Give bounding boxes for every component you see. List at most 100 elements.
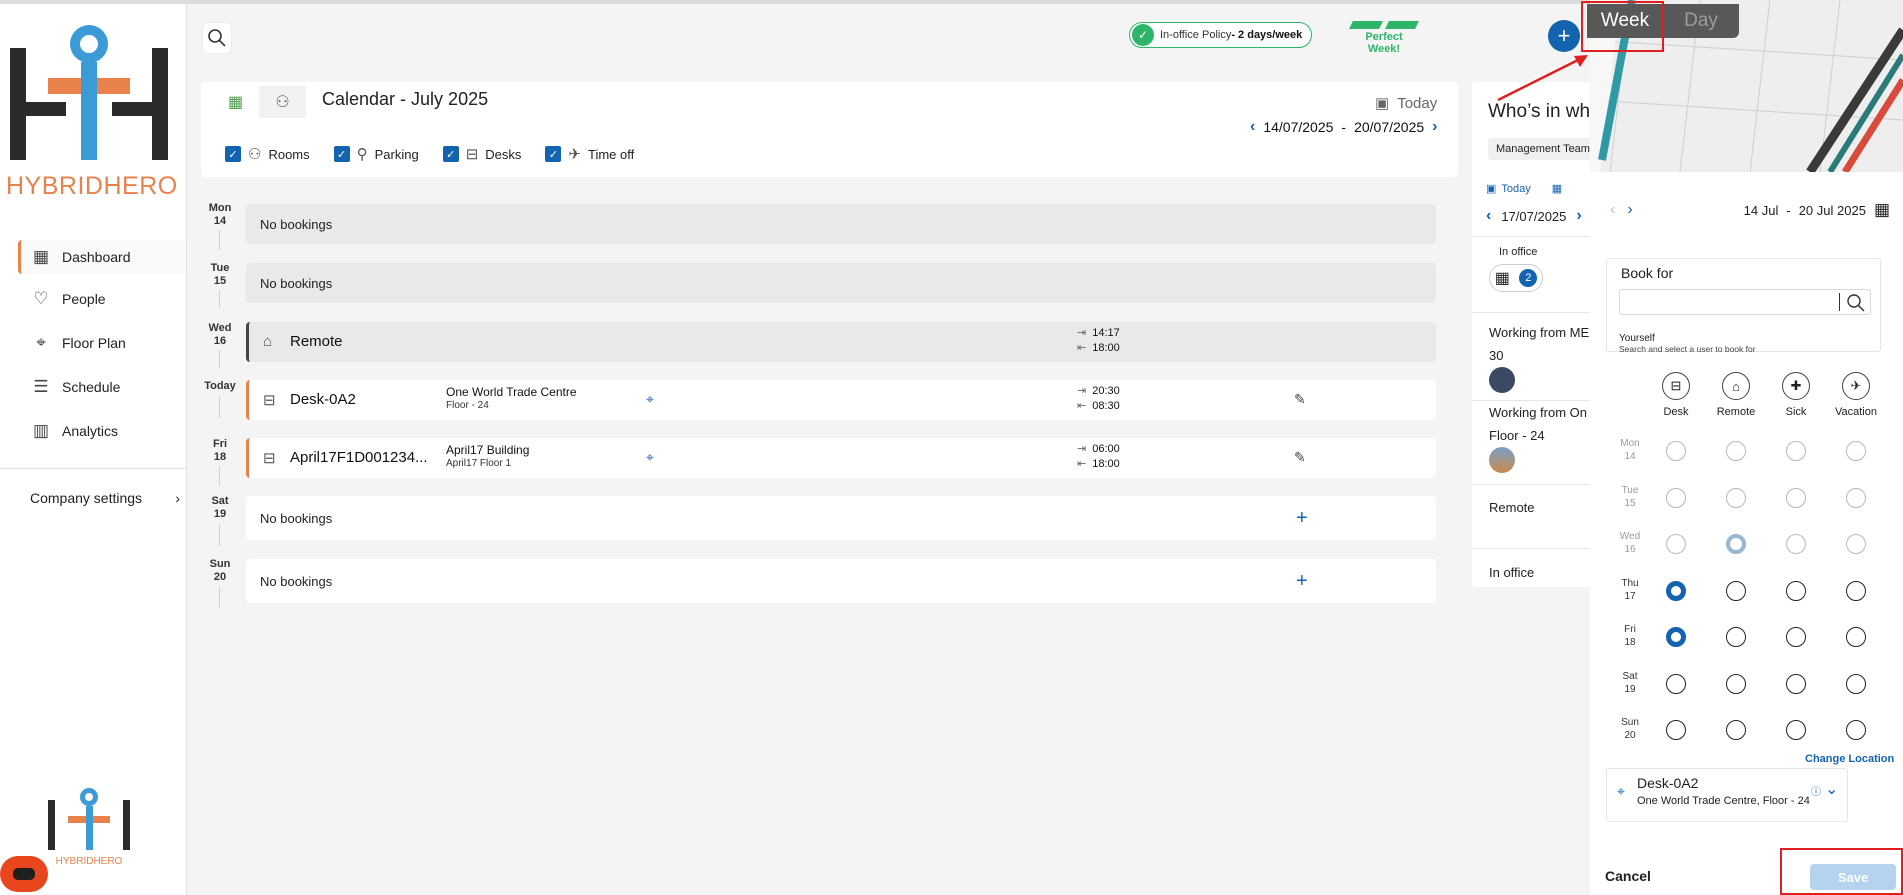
range-separator: - xyxy=(1341,119,1347,135)
booking-name: April17F1D001234... xyxy=(290,449,428,466)
selected-desk-location: One World Trade Centre, Floor - 24 xyxy=(1637,795,1810,807)
option-radio-remote[interactable] xyxy=(1726,720,1746,740)
search-icon[interactable] xyxy=(1846,293,1866,313)
chevron-right-icon[interactable]: › xyxy=(1627,201,1632,219)
airplane-icon: ✈ xyxy=(568,146,581,163)
avatar[interactable] xyxy=(1489,367,1515,393)
option-radio-desk[interactable] xyxy=(1666,720,1686,740)
day-toggle-button[interactable]: Day xyxy=(1663,4,1739,38)
option-radio-vacation[interactable] xyxy=(1846,674,1866,694)
cancel-button[interactable]: Cancel xyxy=(1605,868,1651,884)
info-icon[interactable]: ⓘ xyxy=(1811,783,1821,798)
filter-parking[interactable]: ✓ ⚲ Parking xyxy=(333,145,419,163)
option-radio-sick[interactable] xyxy=(1786,627,1806,647)
add-booking-plus-icon[interactable]: + xyxy=(1296,570,1308,593)
avatar[interactable] xyxy=(1489,447,1515,473)
booking-desk-fri[interactable]: ⊟ April17F1D001234... April17 Building Ap… xyxy=(246,438,1436,478)
add-booking-plus-icon[interactable]: + xyxy=(1296,507,1308,530)
option-radio-desk[interactable] xyxy=(1666,627,1686,647)
people-view-tab[interactable]: ⚇ xyxy=(259,86,306,118)
search-button[interactable] xyxy=(202,22,232,54)
edit-pencil-icon[interactable]: ✎ xyxy=(1294,391,1306,408)
check-in-icon: ⇥ xyxy=(1077,385,1087,397)
option-radio-vacation[interactable] xyxy=(1846,581,1866,601)
chevron-right-icon[interactable]: › xyxy=(1576,207,1581,225)
change-location-link[interactable]: Change Location xyxy=(1805,753,1894,765)
in-office-heading: In office xyxy=(1489,565,1535,580)
policy-value: - 2 days/week xyxy=(1231,29,1303,41)
chevron-left-icon[interactable]: ‹ xyxy=(1610,201,1615,219)
add-booking-button[interactable]: + xyxy=(1548,20,1580,52)
location-pin-icon[interactable]: ⌖ xyxy=(646,449,654,466)
book-for-search-input[interactable] xyxy=(1619,289,1871,315)
chevron-down-icon[interactable]: ⌄ xyxy=(1825,779,1838,799)
filter-desks[interactable]: ✓ ⊟ Desks xyxy=(442,145,521,163)
filter-label: Parking xyxy=(374,146,419,162)
option-radio-vacation[interactable] xyxy=(1846,720,1866,740)
day-label-mon: Mon 14 xyxy=(208,202,232,227)
location-pin-icon[interactable]: ⌖ xyxy=(646,391,654,408)
timeline-line xyxy=(219,587,220,607)
selected-desk-card[interactable]: ⌖ Desk-0A2 One World Trade Centre, Floor… xyxy=(1606,768,1848,822)
booking-desk-today[interactable]: ⊟ Desk-0A2 One World Trade Centre Floor -… xyxy=(246,380,1436,420)
option-radio-remote[interactable] xyxy=(1726,581,1746,601)
option-sick[interactable]: ✚ Sick xyxy=(1768,372,1824,418)
calendar-today-button[interactable]: ▣ Today xyxy=(1375,94,1437,113)
whos-in-today-button[interactable]: ▣ Today ▦ xyxy=(1486,182,1562,196)
sidebar-item-people[interactable]: ♡ People xyxy=(18,282,185,316)
timeline-line xyxy=(219,350,220,368)
edit-pencil-icon[interactable]: ✎ xyxy=(1294,449,1306,466)
calendar-icon[interactable]: ▦ xyxy=(1552,182,1562,195)
rooms-icon: ⚇ xyxy=(248,146,262,163)
option-radio-sick[interactable] xyxy=(1786,720,1806,740)
in-office-policy-badge: ✓ In-office Policy - 2 days/week xyxy=(1129,22,1312,48)
sidebar-item-dashboard[interactable]: ▦ Dashboard xyxy=(18,240,185,274)
chevron-right-icon[interactable]: › xyxy=(1432,118,1437,136)
checkbox-checked-icon[interactable]: ✓ xyxy=(442,146,459,162)
filter-time-off[interactable]: ✓ ✈ Time off xyxy=(545,145,634,163)
in-office-count-badge[interactable]: ▦ 2 xyxy=(1489,264,1543,292)
chevron-left-icon[interactable]: ‹ xyxy=(1250,118,1255,136)
calendar-today-icon: ▣ xyxy=(1486,183,1497,195)
sidebar-item-floor-plan[interactable]: ⌖ Floor Plan xyxy=(18,326,185,360)
chat-widget-button[interactable] xyxy=(0,856,48,892)
filter-rooms[interactable]: ✓ ⚇ Rooms xyxy=(225,145,310,163)
team-filter-chip[interactable]: Management Team xyxy=(1488,138,1598,160)
checkbox-checked-icon[interactable]: ✓ xyxy=(225,146,241,162)
option-remote[interactable]: ⌂ Remote xyxy=(1708,372,1764,418)
location-pin-icon: ⌖ xyxy=(36,333,46,352)
option-radio-sick[interactable] xyxy=(1786,674,1806,694)
option-radio-remote[interactable] xyxy=(1726,627,1746,647)
option-radio-vacation[interactable] xyxy=(1846,627,1866,647)
sidebar-item-analytics[interactable]: ▥ Analytics xyxy=(18,414,185,448)
option-radio-sick[interactable] xyxy=(1786,581,1806,601)
option-desk[interactable]: ⊟ Desk xyxy=(1648,372,1704,418)
calendar-today-icon: ▣ xyxy=(1375,95,1390,112)
whos-in-divider xyxy=(1472,548,1592,549)
text-cursor xyxy=(1839,293,1840,311)
remote-heading: Remote xyxy=(1489,500,1535,515)
grid-view-tab[interactable]: ▦ xyxy=(212,86,259,118)
company-settings-link[interactable]: Company settings › xyxy=(30,490,180,506)
filter-label: Rooms xyxy=(268,146,310,162)
working-from-count: 30 xyxy=(1489,348,1504,363)
whos-in-divider xyxy=(1472,484,1592,485)
timeline-line xyxy=(219,524,220,546)
whos-in-today-label: Today xyxy=(1501,182,1531,195)
chevron-left-icon[interactable]: ‹ xyxy=(1486,207,1491,225)
option-radio-desk[interactable] xyxy=(1666,581,1686,601)
option-radio-desk[interactable] xyxy=(1666,674,1686,694)
sidebar-item-schedule[interactable]: ☰ Schedule xyxy=(18,370,185,404)
checkbox-checked-icon[interactable]: ✓ xyxy=(545,146,562,162)
checkbox-checked-icon[interactable]: ✓ xyxy=(333,146,350,162)
day-label-sun: Sun 20 xyxy=(209,558,231,583)
highlight-box-week xyxy=(1581,1,1664,52)
booking-remote-wed[interactable]: ⌂ Remote ⇥ 14:17 ⇤ 18:00 xyxy=(246,322,1436,362)
chat-icon xyxy=(13,868,35,880)
no-bookings-text: No bookings xyxy=(260,510,333,526)
perfect-week-icon xyxy=(1348,21,1420,29)
grid-icon: ▦ xyxy=(227,94,244,111)
option-vacation[interactable]: ✈ Vacation xyxy=(1828,372,1884,418)
calendar-icon[interactable]: ▦ xyxy=(1874,200,1890,220)
option-radio-remote[interactable] xyxy=(1726,674,1746,694)
